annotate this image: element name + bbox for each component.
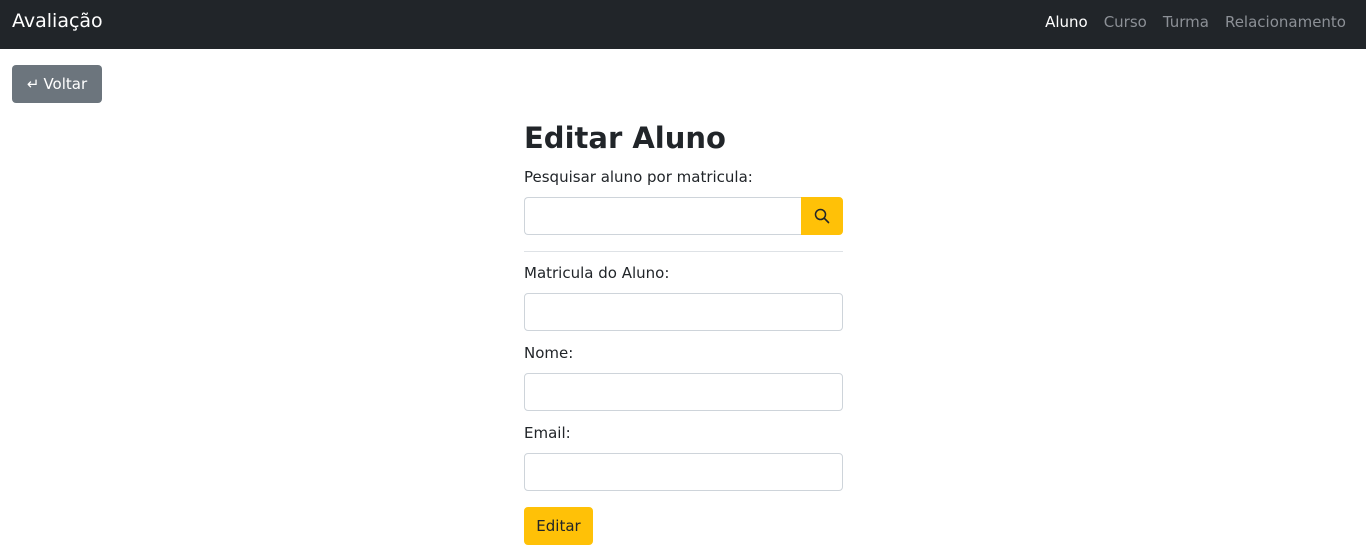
search-input[interactable]	[524, 197, 801, 235]
nav-links: Aluno Curso Turma Relacionamento	[1045, 12, 1346, 32]
search-button[interactable]	[801, 197, 843, 235]
matricula-label: Matricula do Aluno:	[524, 264, 670, 282]
search-icon	[814, 208, 830, 224]
edit-submit-button[interactable]: Editar	[524, 507, 593, 545]
nome-field[interactable]	[524, 373, 843, 411]
matricula-field[interactable]	[524, 293, 843, 331]
return-arrow-icon: ↵	[26, 74, 40, 93]
back-button[interactable]: ↵ Voltar	[12, 65, 102, 103]
nav-link-curso[interactable]: Curso	[1104, 12, 1147, 32]
nome-label: Nome:	[524, 344, 574, 362]
email-field[interactable]	[524, 453, 843, 491]
search-label: Pesquisar aluno por matricula:	[524, 168, 753, 186]
nav-link-relacionamento[interactable]: Relacionamento	[1225, 12, 1346, 32]
divider	[524, 251, 843, 252]
page-title: Editar Aluno	[524, 121, 726, 155]
search-group	[524, 197, 843, 235]
navbar-brand[interactable]: Avaliação	[12, 9, 103, 33]
navbar: Avaliação Aluno Curso Turma Relacionamen…	[0, 0, 1366, 49]
back-button-label: Voltar	[43, 75, 88, 93]
nav-link-turma[interactable]: Turma	[1163, 12, 1209, 32]
email-label: Email:	[524, 424, 571, 442]
edit-student-form: Editar Aluno Pesquisar aluno por matricu…	[524, 118, 843, 545]
nav-link-aluno[interactable]: Aluno	[1045, 12, 1088, 32]
